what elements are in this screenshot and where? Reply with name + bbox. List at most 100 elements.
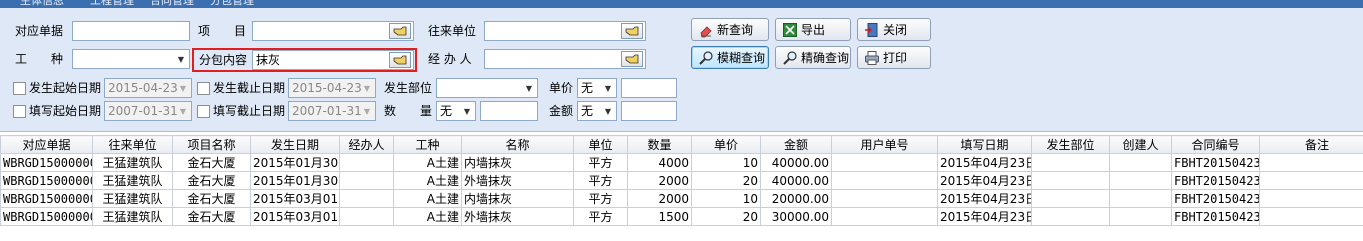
table-cell: 外墙抹灰	[461, 171, 574, 190]
fill-start-picker[interactable]: 2007-01-31 ▼	[104, 101, 192, 121]
table-cell	[339, 153, 394, 172]
chevron-down-icon: ▼	[363, 83, 371, 93]
chevron-down-icon: ▼	[525, 83, 533, 93]
qty-input[interactable]	[480, 101, 538, 121]
table-cell	[1259, 189, 1363, 208]
table-cell: 20	[691, 171, 761, 190]
table-cell	[339, 189, 394, 208]
column-header[interactable]: 经办人	[339, 135, 394, 154]
table-cell: 平方	[573, 153, 628, 172]
qty-operator-select[interactable]: 无 ▼	[436, 101, 476, 121]
fill-start-checkbox[interactable]	[13, 105, 26, 118]
table-cell: 40000.00	[760, 171, 832, 190]
project-browse-button[interactable]	[389, 23, 411, 39]
amount-operator-select[interactable]: 无 ▼	[577, 101, 617, 121]
eraser-icon	[698, 22, 714, 38]
new-query-label: 新查询	[717, 23, 754, 37]
qty-label: 数 量	[384, 104, 433, 118]
column-header[interactable]: 创建人	[1109, 135, 1172, 154]
table-cell: WBRGD150000002	[0, 207, 93, 226]
column-header[interactable]: 填写日期	[937, 135, 1032, 154]
column-header[interactable]: 金额	[760, 135, 832, 154]
table-cell: 4000	[627, 153, 692, 172]
menu-fragment[interactable]: 合同管理	[150, 0, 194, 8]
table-cell	[831, 171, 938, 190]
table-cell	[1109, 189, 1172, 208]
subcontent-browse-button[interactable]	[389, 52, 411, 68]
column-header[interactable]: 名称	[461, 135, 574, 154]
price-operator-select[interactable]: 无 ▼	[577, 78, 617, 98]
new-query-button[interactable]: 新查询	[691, 18, 769, 41]
column-header[interactable]: 备注	[1259, 135, 1363, 154]
column-header[interactable]: 合同编号	[1171, 135, 1260, 154]
table-cell: 2015年03月01日	[250, 207, 340, 226]
qty-operator-value: 无	[440, 104, 453, 118]
doc-label: 对应单据	[15, 24, 64, 38]
start-date-picker[interactable]: 2015-04-23 ▼	[104, 78, 192, 98]
fill-end-value: 2007-01-31	[292, 104, 362, 118]
fill-end-picker[interactable]: 2007-01-31 ▼	[288, 101, 376, 121]
table-cell: 王猛建筑队	[92, 189, 173, 208]
table-row[interactable]: WBRGD150000002 王猛建筑队 金石大厦 2015年03月01日 A土…	[0, 207, 1363, 226]
column-header[interactable]: 工种	[393, 135, 462, 154]
table-cell	[1259, 171, 1363, 190]
table-cell: 10	[691, 153, 761, 172]
export-button[interactable]: 导出	[775, 18, 851, 41]
subcontent-label: 分包内容	[199, 53, 248, 67]
column-header[interactable]: 对应单据	[0, 135, 93, 154]
trade-select[interactable]: ▼	[72, 49, 190, 69]
print-label: 打印	[883, 51, 908, 65]
fill-end-label: 填写截止日期	[213, 104, 286, 118]
column-header[interactable]: 项目名称	[172, 135, 251, 154]
dept-select[interactable]: ▼	[436, 78, 538, 98]
start-date-value: 2015-04-23	[108, 81, 178, 95]
menu-fragment[interactable]: 主体信息	[20, 0, 64, 8]
table-row[interactable]: WBRGD150000001 王猛建筑队 金石大厦 2015年01月30日 A土…	[0, 153, 1363, 172]
table-cell: FBHT2015042301	[1171, 207, 1260, 226]
party-browse-button[interactable]	[621, 23, 643, 39]
table-cell: A土建	[393, 189, 462, 208]
column-header[interactable]: 发生部位	[1031, 135, 1110, 154]
table-cell	[831, 189, 938, 208]
exact-query-button[interactable]: 精确查询	[775, 46, 851, 69]
price-input[interactable]	[621, 78, 677, 98]
hand-pointer-icon	[625, 26, 639, 36]
column-header[interactable]: 单价	[691, 135, 761, 154]
doc-input[interactable]	[72, 21, 190, 41]
table-cell: 20000.00	[760, 189, 832, 208]
fuzzy-query-button[interactable]: 模糊查询	[691, 46, 769, 69]
menu-fragment[interactable]: 分包管理	[210, 0, 254, 8]
start-date-checkbox[interactable]	[13, 82, 26, 95]
table-cell: 10	[691, 189, 761, 208]
close-button[interactable]: 关闭	[857, 18, 931, 41]
column-header[interactable]: 发生日期	[250, 135, 340, 154]
table-cell: FBHT2015042301	[1171, 171, 1260, 190]
table-cell: WBRGD150000001	[0, 171, 93, 190]
chevron-down-icon: ▼	[604, 83, 612, 93]
magnifier-icon	[698, 50, 714, 66]
table-header-row: 对应单据 往来单位 项目名称 发生日期 经办人 工种 名称 单位 数量 单价 金…	[0, 135, 1363, 154]
end-date-value: 2015-04-23	[292, 81, 362, 95]
table-cell	[1259, 153, 1363, 172]
table-cell: 1500	[627, 207, 692, 226]
project-label: 项 目	[198, 24, 247, 38]
table-row[interactable]: WBRGD150000001 王猛建筑队 金石大厦 2015年01月30日 A土…	[0, 171, 1363, 190]
column-header[interactable]: 数量	[627, 135, 692, 154]
column-header[interactable]: 用户单号	[831, 135, 938, 154]
end-date-picker[interactable]: 2015-04-23 ▼	[288, 78, 376, 98]
chevron-down-icon: ▼	[177, 54, 185, 64]
print-button[interactable]: 打印	[857, 46, 931, 69]
fill-end-checkbox[interactable]	[197, 105, 210, 118]
amount-input[interactable]	[621, 101, 677, 121]
table-cell	[1031, 171, 1110, 190]
handler-label: 经 办 人	[428, 52, 472, 66]
table-cell: 内墙抹灰	[461, 189, 574, 208]
column-header[interactable]: 往来单位	[92, 135, 173, 154]
table-row[interactable]: WBRGD150000002 王猛建筑队 金石大厦 2015年03月01日 A土…	[0, 189, 1363, 208]
end-date-checkbox[interactable]	[197, 82, 210, 95]
table-cell: 内墙抹灰	[461, 153, 574, 172]
trade-label: 工 种	[15, 52, 64, 66]
handler-browse-button[interactable]	[621, 51, 643, 67]
menu-fragment[interactable]: 工程管理	[90, 0, 134, 8]
column-header[interactable]: 单位	[573, 135, 628, 154]
